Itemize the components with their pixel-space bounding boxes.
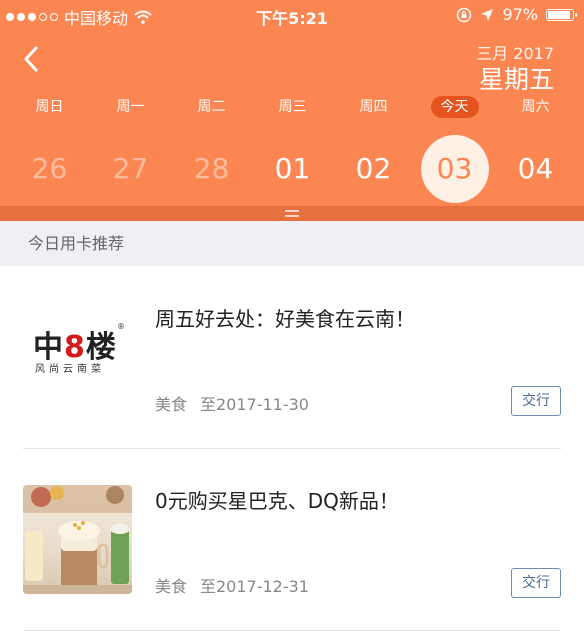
date-cell[interactable]: 04: [495, 134, 576, 204]
offer-title: 周五好去处：好美食在云南！: [155, 307, 415, 331]
chevron-left-icon: [24, 46, 38, 72]
status-right: 97%: [456, 5, 577, 24]
offer-title: 0元购买星巴克、DQ新品！: [155, 489, 399, 513]
offer-card[interactable]: 中8楼 ® 风尚云南菜 周五好去处：好美食在云南！ 美食 至2017-11-30…: [0, 267, 584, 449]
calendar-header: 中国移动 下午5:21 97% 三月 2017 星期五 周日 周一 周二 周三 …: [0, 0, 584, 221]
battery-icon: [546, 8, 577, 21]
weekday-name: 周一: [116, 99, 145, 115]
rotation-lock-icon: [457, 7, 472, 22]
section-title: 今日用卡推荐: [0, 221, 584, 266]
weekday-row: 周日 周一 周二 周三 周四 今天 周六: [0, 96, 584, 118]
status-bar: 中国移动 下午5:21 97%: [0, 0, 584, 30]
weekday-name: 周三: [278, 99, 307, 115]
date-cell[interactable]: 27: [90, 134, 171, 204]
date-cell[interactable]: 26: [9, 134, 90, 204]
weekday-name: 周二: [197, 99, 226, 115]
drinks-illustration: [23, 485, 132, 594]
location-arrow-icon: [481, 8, 494, 21]
offer-category: 美食: [155, 577, 188, 596]
restaurant-logo: 中8楼 ® 风尚云南菜: [23, 322, 132, 431]
drag-handle[interactable]: [0, 206, 584, 221]
offer-expiry: 至2017-11-30: [200, 395, 309, 414]
weekday-name: 周四: [359, 99, 388, 115]
offer-category: 美食: [155, 395, 188, 414]
back-button[interactable]: [14, 42, 48, 76]
weekday-label: 星期五: [478, 65, 554, 94]
offer-expiry: 至2017-12-31: [200, 577, 309, 596]
date-cell[interactable]: 28: [171, 134, 252, 204]
bank-button[interactable]: 交行: [511, 568, 561, 598]
drinks-photo: [23, 485, 132, 594]
logo-subtitle: 风尚云南菜: [35, 364, 105, 375]
date-row: 26 27 28 01 02 03 04: [0, 134, 584, 204]
offer-card[interactable]: 0元购买星巴克、DQ新品！ 美食 至2017-12-31 交行: [0, 449, 584, 631]
grip-line: [285, 210, 299, 212]
bank-button[interactable]: 交行: [511, 386, 561, 416]
battery-fill: [548, 10, 571, 19]
date-cell[interactable]: 03: [414, 134, 495, 204]
weekday-name: 周日: [35, 99, 64, 115]
weekday-name: 周六: [521, 99, 550, 115]
battery-percent: 97%: [502, 5, 538, 24]
registered-mark: ®: [117, 322, 125, 331]
date-cell[interactable]: 02: [333, 134, 414, 204]
today-badge: 今天: [430, 96, 479, 118]
grip-line: [285, 215, 299, 217]
card-divider: [23, 630, 561, 631]
date-cell[interactable]: 01: [252, 134, 333, 204]
